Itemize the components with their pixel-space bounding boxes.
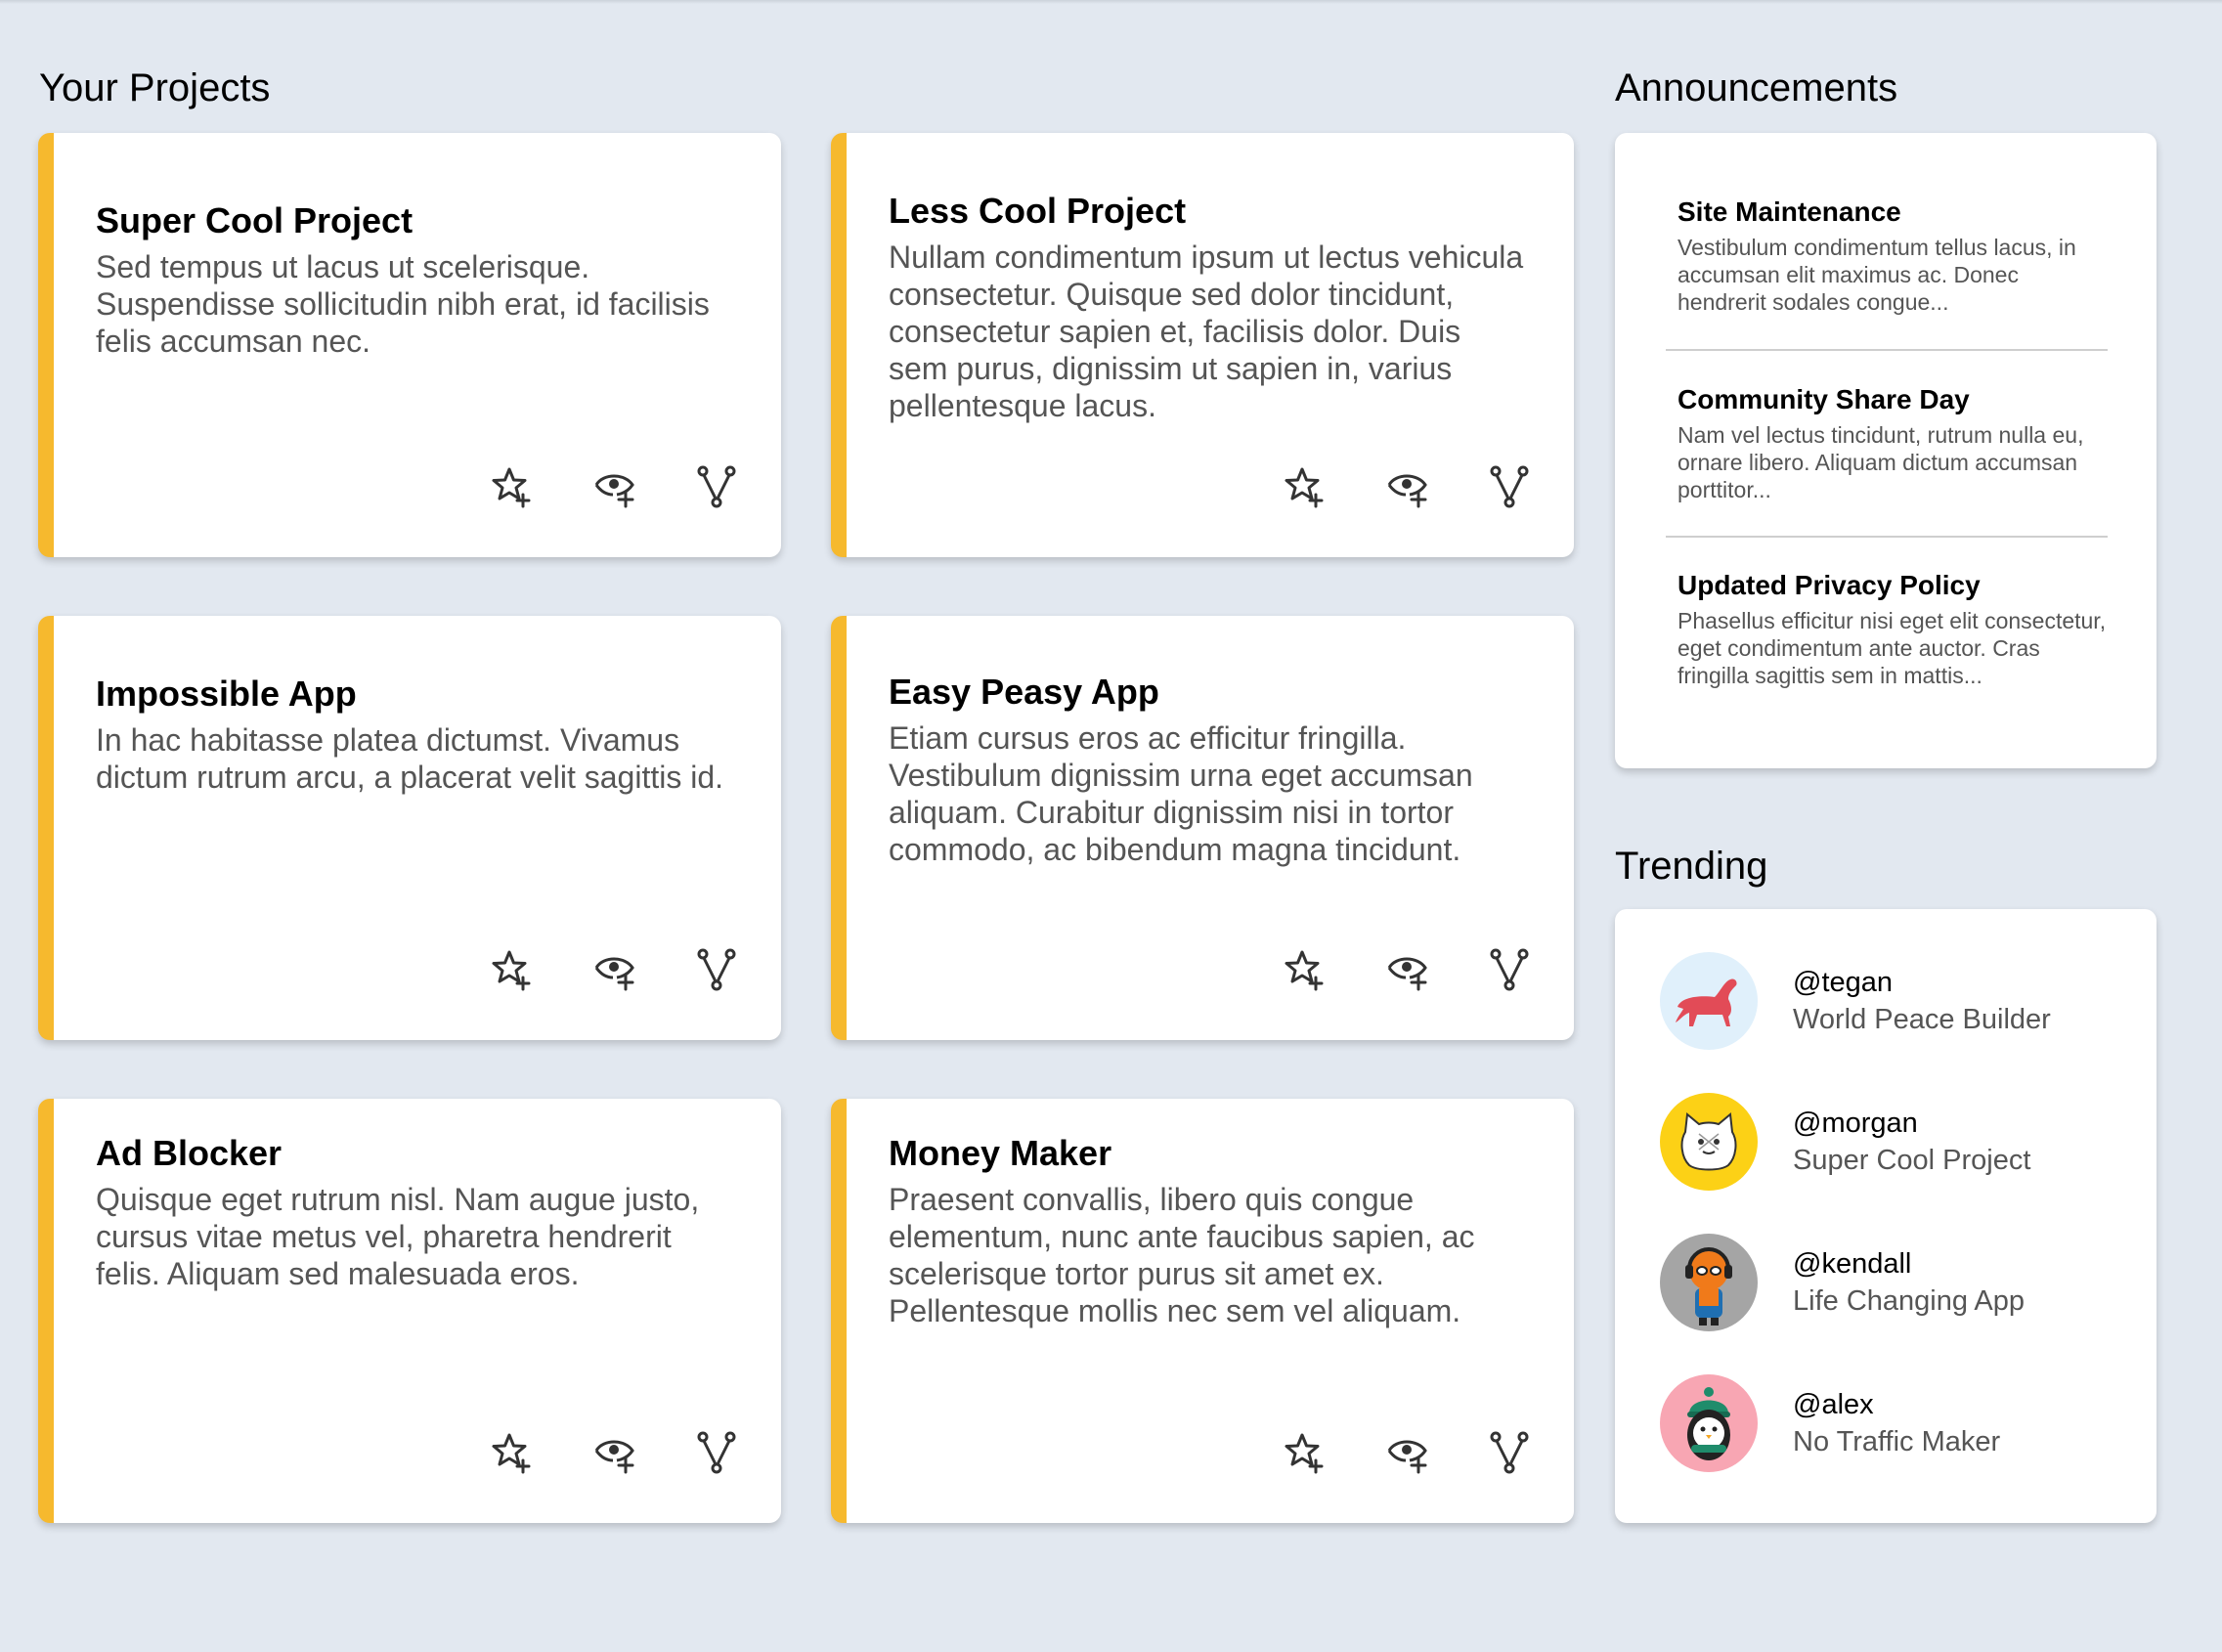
announcement-body: Vestibulum condimentum tellus lacus, in … bbox=[1677, 234, 2076, 315]
fork-icon[interactable] bbox=[695, 1431, 738, 1474]
eye-plus-icon[interactable] bbox=[593, 1431, 636, 1474]
trending-item[interactable]: @alex No Traffic Maker bbox=[1660, 1374, 2000, 1472]
announcements-card: Site Maintenance Vestibulum condimentum … bbox=[1615, 133, 2157, 768]
trending-heading: Trending bbox=[1615, 845, 1768, 888]
trending-item[interactable]: @tegan World Peace Builder bbox=[1660, 952, 2051, 1050]
hero-avatar[interactable] bbox=[1660, 1234, 1758, 1331]
project-actions bbox=[1285, 465, 1531, 508]
project-actions bbox=[492, 1431, 738, 1474]
project-actions bbox=[1285, 948, 1531, 991]
star-plus-icon[interactable] bbox=[492, 948, 535, 991]
trending-text: @morgan Super Cool Project bbox=[1793, 1105, 2030, 1179]
star-plus-icon[interactable] bbox=[1285, 948, 1328, 991]
fork-icon[interactable] bbox=[695, 465, 738, 508]
eye-plus-icon[interactable] bbox=[1386, 948, 1429, 991]
project-description: Quisque eget rutrum nisl. Nam augue just… bbox=[96, 1182, 700, 1291]
project-description: Sed tempus ut lacus ut scelerisque. Susp… bbox=[96, 249, 710, 359]
project-card[interactable]: Super Cool Project Sed tempus ut lacus u… bbox=[38, 133, 781, 557]
project-card[interactable]: Impossible App In hac habitasse platea d… bbox=[38, 616, 781, 1040]
star-plus-icon[interactable] bbox=[492, 1431, 535, 1474]
projects-heading: Your Projects bbox=[39, 66, 271, 109]
project-description: Etiam cursus eros ac efficitur fringilla… bbox=[889, 720, 1473, 867]
trending-item[interactable]: @morgan Super Cool Project bbox=[1660, 1093, 2030, 1191]
fork-icon[interactable] bbox=[695, 948, 738, 991]
project-title[interactable]: Money Maker bbox=[889, 1136, 1111, 1171]
trending-username[interactable]: @alex bbox=[1793, 1386, 2000, 1423]
eye-plus-icon[interactable] bbox=[1386, 465, 1429, 508]
trending-project[interactable]: Super Cool Project bbox=[1793, 1142, 2030, 1179]
trending-username[interactable]: @kendall bbox=[1793, 1245, 2025, 1282]
project-card[interactable]: Easy Peasy App Etiam cursus eros ac effi… bbox=[831, 616, 1574, 1040]
fork-icon[interactable] bbox=[1488, 1431, 1531, 1474]
project-title[interactable]: Less Cool Project bbox=[889, 194, 1186, 229]
trending-project[interactable]: World Peace Builder bbox=[1793, 1001, 2051, 1038]
project-actions bbox=[1285, 1431, 1531, 1474]
dog-avatar[interactable] bbox=[1660, 952, 1758, 1050]
fork-icon[interactable] bbox=[1488, 948, 1531, 991]
star-plus-icon[interactable] bbox=[1285, 465, 1328, 508]
eye-plus-icon[interactable] bbox=[1386, 1431, 1429, 1474]
project-title[interactable]: Super Cool Project bbox=[96, 203, 413, 239]
penguin-avatar[interactable] bbox=[1660, 1374, 1758, 1472]
fork-icon[interactable] bbox=[1488, 465, 1531, 508]
trending-project[interactable]: No Traffic Maker bbox=[1793, 1423, 2000, 1460]
announcement-item[interactable]: Updated Privacy Policy Phasellus efficit… bbox=[1677, 570, 2108, 689]
announcement-item[interactable]: Site Maintenance Vestibulum condimentum … bbox=[1677, 196, 2108, 316]
divider bbox=[1666, 536, 2108, 538]
cat-avatar[interactable] bbox=[1660, 1093, 1758, 1191]
top-shadow bbox=[0, 0, 2222, 4]
project-title[interactable]: Ad Blocker bbox=[96, 1136, 282, 1171]
trending-text: @tegan World Peace Builder bbox=[1793, 964, 2051, 1038]
project-title[interactable]: Impossible App bbox=[96, 676, 357, 712]
project-description: In hac habitasse platea dictumst. Vivamu… bbox=[96, 722, 724, 795]
project-actions bbox=[492, 948, 738, 991]
project-description: Nullam condimentum ipsum ut lectus vehic… bbox=[889, 239, 1524, 423]
trending-username[interactable]: @tegan bbox=[1793, 964, 2051, 1001]
eye-plus-icon[interactable] bbox=[593, 465, 636, 508]
trending-card: @tegan World Peace Builder @morgan Super… bbox=[1615, 909, 2157, 1523]
announcements-heading: Announcements bbox=[1615, 66, 1898, 109]
trending-text: @kendall Life Changing App bbox=[1793, 1245, 2025, 1320]
announcement-title[interactable]: Site Maintenance bbox=[1677, 196, 2108, 228]
project-title[interactable]: Easy Peasy App bbox=[889, 674, 1159, 710]
project-actions bbox=[492, 465, 738, 508]
announcement-body: Nam vel lectus tincidunt, rutrum nulla e… bbox=[1677, 421, 2084, 502]
eye-plus-icon[interactable] bbox=[593, 948, 636, 991]
project-card[interactable]: Less Cool Project Nullam condimentum ips… bbox=[831, 133, 1574, 557]
trending-username[interactable]: @morgan bbox=[1793, 1105, 2030, 1142]
announcement-title[interactable]: Updated Privacy Policy bbox=[1677, 570, 2108, 601]
star-plus-icon[interactable] bbox=[492, 465, 535, 508]
announcement-body: Phasellus efficitur nisi eget elit conse… bbox=[1677, 607, 2107, 688]
project-card[interactable]: Ad Blocker Quisque eget rutrum nisl. Nam… bbox=[38, 1099, 781, 1523]
project-description: Praesent convallis, libero quis congue e… bbox=[889, 1182, 1475, 1328]
star-plus-icon[interactable] bbox=[1285, 1431, 1328, 1474]
trending-project[interactable]: Life Changing App bbox=[1793, 1282, 2025, 1320]
divider bbox=[1666, 349, 2108, 351]
trending-item[interactable]: @kendall Life Changing App bbox=[1660, 1234, 2025, 1331]
trending-text: @alex No Traffic Maker bbox=[1793, 1386, 2000, 1460]
project-card[interactable]: Money Maker Praesent convallis, libero q… bbox=[831, 1099, 1574, 1523]
announcement-item[interactable]: Community Share Day Nam vel lectus tinci… bbox=[1677, 384, 2108, 503]
announcement-title[interactable]: Community Share Day bbox=[1677, 384, 2108, 415]
